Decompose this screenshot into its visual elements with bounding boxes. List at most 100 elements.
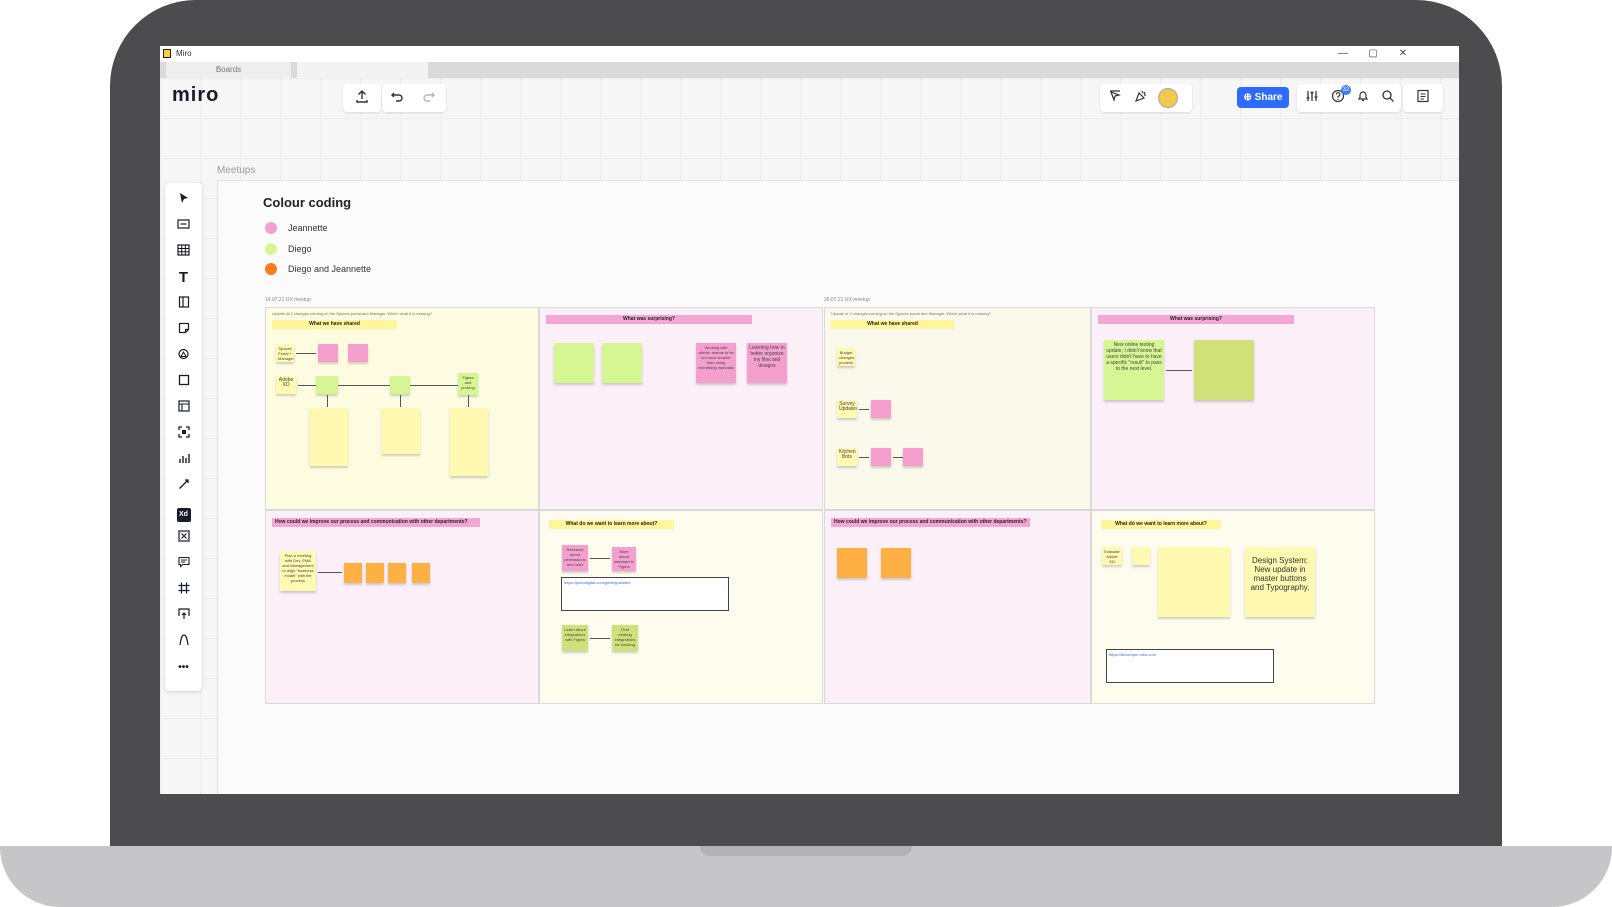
- undo-icon[interactable]: [386, 87, 408, 109]
- sticky-note[interactable]: [602, 343, 642, 383]
- sticky-note[interactable]: [388, 563, 406, 583]
- sticky-note-icon[interactable]: [165, 319, 202, 341]
- comment-icon[interactable]: [165, 553, 202, 575]
- sticky-note[interactable]: Design System: New update in master butt…: [1245, 547, 1315, 617]
- board-menu-button[interactable]: [1403, 84, 1443, 112]
- text-box-icon[interactable]: [165, 215, 202, 237]
- meetup-date: 29.07.21 UX meetup: [824, 297, 870, 303]
- meetup1-quadrant-shared[interactable]: Update of 2 changes coming on the Spaces…: [265, 307, 539, 510]
- shapes-icon[interactable]: [165, 345, 202, 367]
- sticky-note[interactable]: [318, 344, 338, 362]
- settings-sliders-icon[interactable]: [1301, 87, 1323, 109]
- legend-label-jeannette: Jeannette: [288, 223, 328, 233]
- meetup1-quadrant-surprising[interactable]: What was surprising? Working with client…: [539, 307, 823, 510]
- legend-dot-diego: [265, 243, 277, 255]
- minimize-button[interactable]: —: [1331, 47, 1355, 61]
- sticky-note[interactable]: [382, 408, 420, 454]
- crop-icon[interactable]: [165, 423, 202, 445]
- redo-icon[interactable]: [418, 87, 440, 109]
- meetups-frame[interactable]: Colour coding Jeannette Diego Diego and …: [217, 180, 1459, 794]
- meetup1-quadrant-improve[interactable]: How could we improve our process and com…: [265, 510, 539, 704]
- sticky-note[interactable]: Learning how to better organize my files…: [747, 343, 787, 383]
- meetup2-quadrant-surprising[interactable]: What was surprising? New online testing …: [1091, 307, 1375, 510]
- curve-icon[interactable]: [165, 631, 202, 653]
- miro-logo[interactable]: miro: [172, 84, 219, 107]
- more-icon[interactable]: •••: [165, 657, 202, 679]
- maximize-button[interactable]: ▢: [1361, 47, 1385, 61]
- frame-template-icon[interactable]: [165, 397, 202, 419]
- sticky-note[interactable]: [903, 448, 923, 466]
- share-button[interactable]: ⊕ Share: [1237, 87, 1289, 108]
- tab-boards[interactable]: Boards: [166, 62, 291, 78]
- sticky-note[interactable]: [344, 563, 362, 583]
- board-canvas[interactable]: miro ⊕ Share 32 T Xd ••• Meetups Colour …: [160, 78, 1459, 794]
- sticky-note[interactable]: [348, 344, 368, 362]
- links-box[interactable]: https://plutodigital.com/getting-started: [561, 577, 729, 611]
- laptop-notch: [700, 846, 912, 856]
- sticky-note[interactable]: [366, 563, 384, 583]
- sticky-note[interactable]: Find existing integrations for tracking: [612, 625, 638, 651]
- sticky-note[interactable]: [450, 408, 488, 476]
- sticky-note[interactable]: [881, 548, 911, 578]
- sticky-note[interactable]: [310, 408, 348, 466]
- meetup1-q2-label: What was surprising?: [546, 315, 752, 324]
- sticky-note[interactable]: [871, 400, 891, 418]
- upload-button[interactable]: [343, 84, 381, 112]
- links-box[interactable]: https://developer.miro.com: [1106, 649, 1274, 683]
- pointer-cursor-icon[interactable]: [1104, 87, 1126, 109]
- sticky-note[interactable]: Learn about integrations with Figma: [562, 625, 588, 651]
- sticky-note[interactable]: More about standard in Figma: [612, 547, 636, 571]
- sticky-note[interactable]: Kitchen Bots: [837, 448, 857, 466]
- bell-icon[interactable]: [1352, 87, 1374, 109]
- meetup2-quadrant-improve[interactable]: How could we improve our process and com…: [824, 510, 1091, 704]
- meetup2-intro: Update of 2 changes coming on the Spaces…: [831, 311, 992, 316]
- meetup2-quadrant-shared[interactable]: Update of 2 changes coming on the Spaces…: [824, 307, 1091, 510]
- sticky-note[interactable]: Plan a meeting with Dev, PMA and Managem…: [280, 551, 316, 591]
- sticky-note[interactable]: Spaces Portal + Manager Upgrade: [276, 344, 294, 362]
- xd-icon[interactable]: Xd: [165, 501, 202, 523]
- legend-dot-both: [265, 263, 277, 275]
- upload-icon: [351, 87, 373, 109]
- sticky-note[interactable]: [390, 376, 410, 394]
- sticky-note[interactable]: Adobe XD: [276, 376, 296, 394]
- sticky-note[interactable]: Research about permissions and roles: [562, 545, 588, 571]
- sticky-note[interactable]: [1194, 340, 1254, 400]
- meetup1-q3-label: How could we improve our process and com…: [272, 518, 480, 527]
- sticky-note[interactable]: [412, 563, 430, 583]
- legend-label-diego: Diego: [288, 244, 312, 254]
- tab-current-board[interactable]: [297, 62, 428, 78]
- upload-icon[interactable]: [165, 605, 202, 627]
- meetup-date: 14.07.21 UX meetup: [265, 297, 311, 303]
- sticky-note[interactable]: [316, 376, 338, 394]
- board-settings-toolbar: 32: [1297, 84, 1401, 112]
- card-icon[interactable]: [165, 293, 202, 315]
- legend-dot-jeannette: [265, 222, 277, 234]
- celebrate-icon[interactable]: [1130, 87, 1152, 109]
- text-icon[interactable]: T: [165, 267, 202, 289]
- sticky-note[interactable]: Survey Updates: [837, 400, 857, 418]
- table-icon[interactable]: [165, 241, 202, 263]
- sticky-note[interactable]: New online testing update, I didn't know…: [1104, 340, 1164, 400]
- meetup1-quadrant-learn[interactable]: What do we want to learn more about? Res…: [539, 510, 823, 704]
- search-icon[interactable]: [1377, 87, 1399, 109]
- meetup2-quadrant-learn[interactable]: What do we want to learn more about? Eva…: [1091, 510, 1375, 704]
- frame-label[interactable]: Meetups: [217, 165, 255, 176]
- sticky-note[interactable]: [871, 448, 891, 466]
- sticky-note[interactable]: Evaluate Adobe XD: [1102, 547, 1122, 565]
- cross-box-icon[interactable]: [165, 527, 202, 549]
- frame-icon[interactable]: [165, 579, 202, 601]
- sticky-note[interactable]: Working with clients: seems to be so muc…: [696, 343, 736, 383]
- select-icon[interactable]: [165, 189, 202, 211]
- sticky-note[interactable]: [1158, 547, 1230, 617]
- meetup1-q4-label: What do we want to learn more about?: [549, 520, 674, 529]
- rectangle-icon[interactable]: [165, 371, 202, 393]
- avatar[interactable]: [1158, 88, 1178, 108]
- chart-icon[interactable]: [165, 449, 202, 471]
- sticky-note[interactable]: [837, 548, 867, 578]
- pen-icon[interactable]: [165, 475, 202, 497]
- sticky-note[interactable]: Budget changes process: [837, 348, 855, 366]
- sticky-note[interactable]: [1132, 547, 1150, 565]
- sticky-note[interactable]: [554, 343, 594, 383]
- sticky-note[interactable]: Figma and probing: [458, 373, 478, 395]
- close-window-button[interactable]: ✕: [1391, 47, 1415, 61]
